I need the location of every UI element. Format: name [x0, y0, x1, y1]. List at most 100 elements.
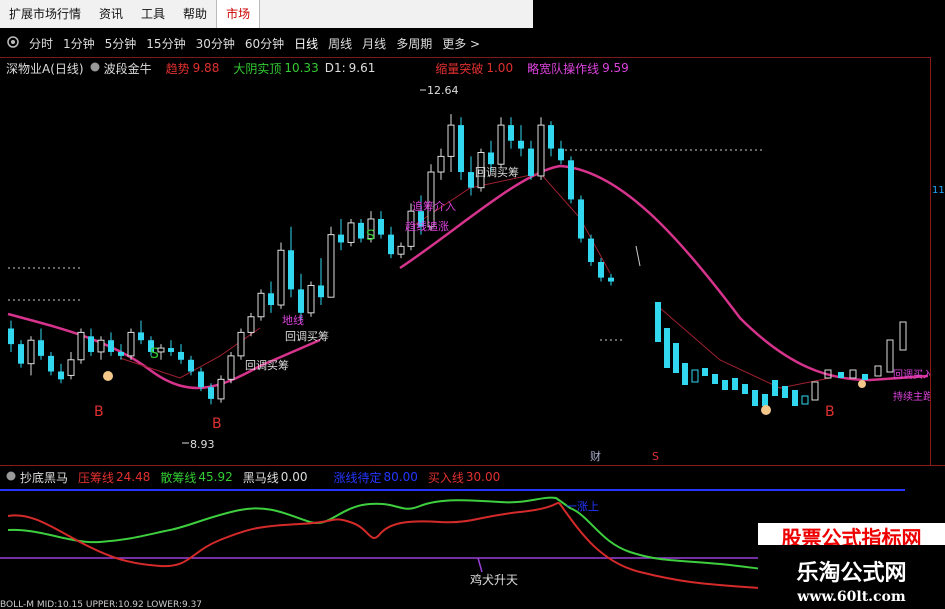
candle-body[interactable] [58, 371, 64, 380]
candle-body[interactable] [127, 331, 135, 357]
candle-body[interactable] [468, 172, 474, 188]
period-bar: 分时 1分钟 5分钟 15分钟 30分钟 60分钟 日线 周线 月线 多周期 更… [0, 30, 945, 56]
event-marker: S [652, 450, 659, 463]
candle-body[interactable] [168, 348, 174, 352]
candle-body[interactable] [458, 125, 464, 173]
watermark-title: 乐淘公式网 [796, 561, 907, 586]
candle-body[interactable] [608, 277, 614, 282]
candle-body[interactable] [157, 347, 165, 353]
candle-body[interactable] [77, 331, 85, 361]
period-60min[interactable]: 60分钟 [240, 35, 289, 52]
callback-label-left: 回调买筹 [245, 358, 289, 372]
candle-body[interactable] [358, 222, 364, 239]
candle-body[interactable] [388, 234, 394, 255]
candlestick-chart[interactable]: 12.64 8.93 回调买筹 回调买筹 回调买筹 地线 趋线追涨 追筹介入 回… [0, 78, 930, 465]
candle-body[interactable] [568, 160, 574, 200]
formula-name[interactable]: 波段金牛 [104, 60, 152, 77]
candle-body[interactable] [268, 293, 274, 306]
candle-body[interactable] [518, 140, 524, 149]
candle-body[interactable] [237, 331, 245, 357]
candle-body[interactable] [347, 222, 355, 243]
period-more[interactable]: 更多 > [437, 35, 485, 52]
candle-body[interactable] [198, 371, 204, 388]
candle-body[interactable] [118, 351, 124, 356]
period-intraday[interactable]: 分时 [24, 35, 58, 52]
buy-signal-1: B [94, 404, 104, 420]
candle-body[interactable] [578, 199, 584, 239]
sub-indicator-name[interactable]: 抄底黑马 [20, 469, 68, 486]
buy-big-label: 地线 [282, 313, 304, 327]
candle-body[interactable] [327, 234, 335, 298]
period-1min[interactable]: 1分钟 [58, 35, 100, 52]
candle-body[interactable] [397, 245, 405, 255]
neutral-label: 涨线待定 [333, 470, 382, 485]
candle-body[interactable] [108, 340, 114, 352]
candle-body[interactable] [588, 238, 594, 262]
candle-body[interactable] [537, 124, 545, 177]
buy-signal-3: B [825, 404, 835, 420]
candle-body[interactable] [188, 359, 194, 372]
candle-body[interactable] [27, 339, 35, 365]
candle-body[interactable] [97, 339, 105, 353]
period-5min[interactable]: 5分钟 [100, 35, 142, 52]
trend-value: 9.88 [192, 61, 220, 75]
settings-icon[interactable] [6, 35, 20, 52]
period-15min[interactable]: 15分钟 [141, 35, 190, 52]
candle-body[interactable] [178, 351, 184, 360]
watermark-box: 乐淘公式网 www.60lt.com [758, 545, 945, 609]
menu-item-market-ext[interactable]: 扩展市场行情 [0, 0, 90, 28]
candle-body[interactable] [38, 340, 44, 356]
sub-signal-label: 鸡犬升天 [470, 572, 518, 587]
pressure-value: 24.48 [116, 470, 151, 484]
trend-buy-label: 趋线追涨 [405, 219, 449, 233]
candle-body[interactable] [447, 124, 455, 157]
pressure-label: 压筹线 [78, 470, 115, 485]
candle-body[interactable] [437, 155, 445, 173]
stock-title[interactable]: 深物业A(日线) [6, 60, 84, 77]
candle-body[interactable] [548, 125, 554, 149]
candle-body[interactable] [497, 124, 505, 165]
period-daily[interactable]: 日线 [289, 35, 323, 52]
candle-body[interactable] [257, 292, 265, 318]
menu-item-news[interactable]: 资讯 [90, 0, 132, 28]
candle-body[interactable] [67, 359, 75, 376]
candle-body[interactable] [318, 285, 324, 298]
menu-item-help[interactable]: 帮助 [174, 0, 216, 28]
callback-label-mid: 回调买筹 [285, 329, 329, 343]
high-label: 12.64 [427, 84, 459, 97]
candle-body[interactable] [558, 148, 564, 161]
candle-body[interactable] [227, 355, 235, 380]
candle-body[interactable] [508, 125, 514, 141]
shrink-value: 1.00 [486, 61, 514, 75]
candle-body[interactable] [217, 378, 225, 400]
formula-icon [90, 61, 100, 75]
candle-body[interactable] [277, 249, 285, 306]
candle-body[interactable] [8, 328, 14, 345]
candle-body[interactable] [528, 148, 534, 176]
candle-body[interactable] [88, 336, 94, 352]
candle-body[interactable] [338, 234, 344, 243]
yang-label: 大阴实顶 [233, 61, 282, 76]
menu-bar: 扩展市场行情 资讯 工具 帮助 市场 [0, 0, 533, 28]
period-30min[interactable]: 30分钟 [191, 35, 240, 52]
period-weekly[interactable]: 周线 [323, 35, 357, 52]
candle-body[interactable] [488, 152, 494, 165]
horse-label: 黑马线 [242, 470, 279, 485]
candle-body[interactable] [208, 387, 214, 399]
menu-item-tools[interactable]: 工具 [132, 0, 174, 28]
candle-body[interactable] [247, 316, 255, 333]
menu-item-market[interactable]: 市场 [216, 0, 261, 28]
candle-body[interactable] [138, 332, 144, 341]
candle-body[interactable] [598, 262, 604, 278]
sell-signal-2: S [366, 228, 375, 244]
candle-body[interactable] [18, 344, 24, 364]
candle-body[interactable] [298, 289, 304, 313]
buy-line-value: 30.00 [465, 470, 501, 484]
candle-body[interactable] [48, 355, 54, 372]
candle-body[interactable] [288, 250, 294, 290]
period-multi[interactable]: 多周期 [391, 35, 437, 52]
candle-body[interactable] [307, 284, 315, 314]
finance-marker: 财 [590, 449, 601, 463]
candle-body[interactable] [378, 218, 384, 235]
period-monthly[interactable]: 月线 [357, 35, 391, 52]
